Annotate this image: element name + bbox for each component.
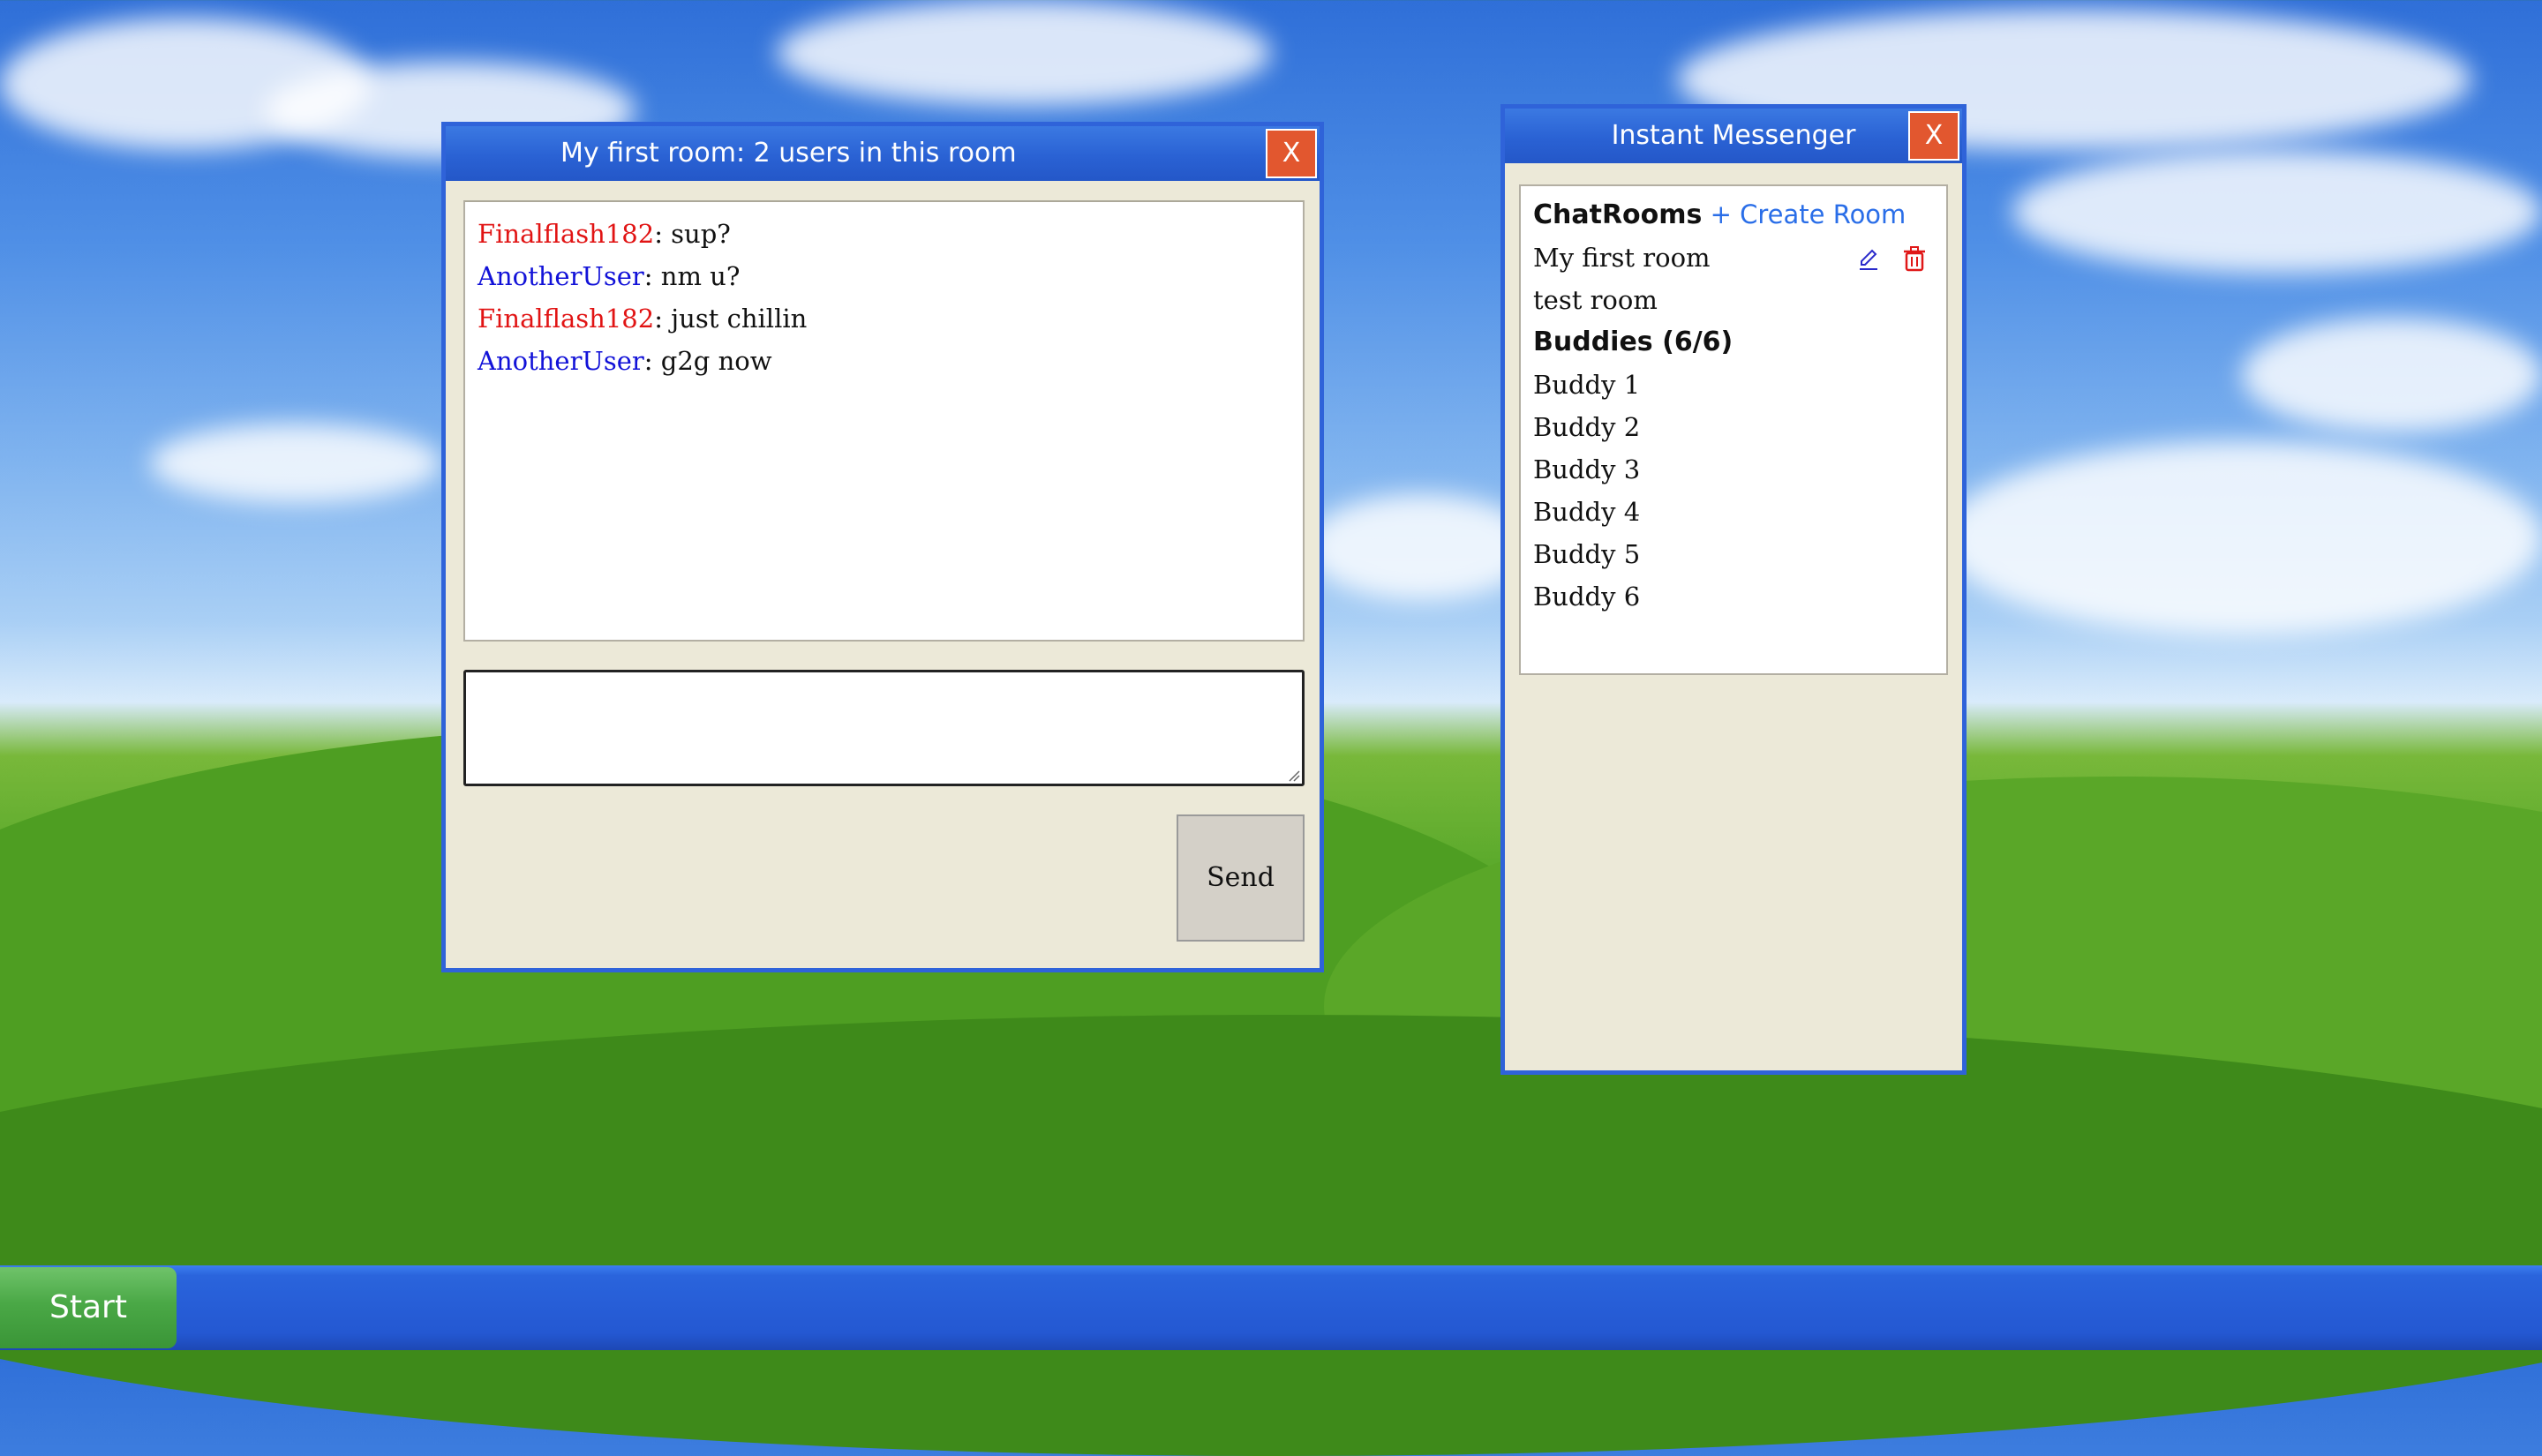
message-username: AnotherUser — [478, 346, 644, 376]
buddy-item[interactable]: Buddy 3 — [1533, 448, 1934, 491]
instant-messenger-window: Instant Messenger X ChatRooms + Create R… — [1500, 104, 1967, 1075]
message-text: : just chillin — [654, 304, 808, 334]
taskbar: Start — [0, 1265, 2542, 1350]
chat-window-close-button[interactable]: X — [1266, 129, 1317, 178]
chatrooms-heading: ChatRooms — [1533, 199, 1703, 230]
buddies-heading: Buddies (6/6) — [1533, 326, 1734, 357]
message-username: Finalflash182 — [478, 219, 655, 249]
start-button[interactable]: Start — [0, 1267, 177, 1348]
edit-icon[interactable] — [1856, 245, 1881, 272]
message-text: : g2g now — [643, 346, 772, 376]
create-room-link[interactable]: + Create Room — [1711, 199, 1906, 229]
buddy-item[interactable]: Buddy 4 — [1533, 491, 1934, 533]
chat-room-window: My first room: 2 users in this room X Fi… — [441, 122, 1324, 972]
message-text: : nm u? — [643, 261, 741, 291]
message-input[interactable] — [463, 670, 1305, 786]
message-row: AnotherUser: g2g now — [478, 340, 1290, 382]
message-log: Finalflash182: sup? AnotherUser: nm u? F… — [463, 200, 1305, 642]
buddy-item[interactable]: Buddy 2 — [1533, 406, 1934, 448]
room-name: test room — [1533, 285, 1658, 315]
message-username: AnotherUser — [478, 261, 644, 291]
room-item[interactable]: test room — [1533, 279, 1934, 321]
im-window-titlebar[interactable]: Instant Messenger X — [1505, 109, 1962, 163]
send-button[interactable]: Send — [1177, 814, 1305, 942]
resize-grip-icon[interactable] — [1288, 769, 1300, 782]
message-row: Finalflash182: just chillin — [478, 297, 1290, 340]
chatrooms-header: ChatRooms + Create Room — [1533, 193, 1934, 236]
chat-window-titlebar[interactable]: My first room: 2 users in this room X — [446, 126, 1320, 181]
message-username: Finalflash182 — [478, 304, 655, 334]
buddy-item[interactable]: Buddy 1 — [1533, 364, 1934, 406]
buddy-item[interactable]: Buddy 6 — [1533, 575, 1934, 618]
message-text: : sup? — [654, 219, 731, 249]
room-item[interactable]: My first room — [1533, 236, 1934, 279]
chat-window-title: My first room: 2 users in this room — [560, 138, 1017, 169]
room-name: My first room — [1533, 243, 1711, 273]
buddy-list-panel: ChatRooms + Create Room My first room te… — [1519, 184, 1948, 675]
trash-icon[interactable] — [1902, 245, 1927, 272]
im-window-title: Instant Messenger — [1611, 120, 1856, 151]
message-row: AnotherUser: nm u? — [478, 255, 1290, 297]
im-window-close-button[interactable]: X — [1908, 111, 1959, 161]
buddy-item[interactable]: Buddy 5 — [1533, 533, 1934, 575]
message-row: Finalflash182: sup? — [478, 213, 1290, 255]
